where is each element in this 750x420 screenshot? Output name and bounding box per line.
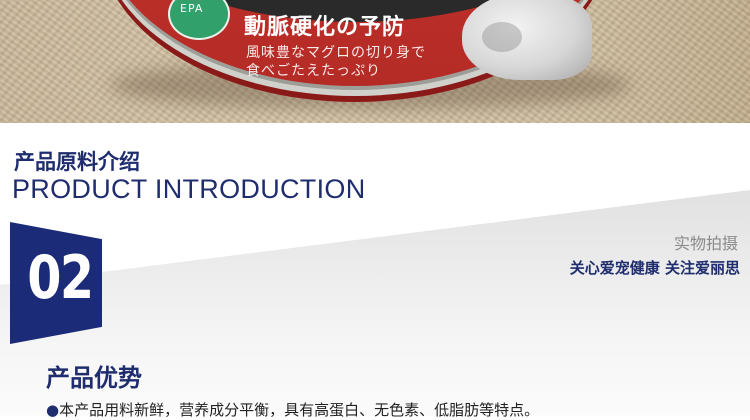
section-title-zh: 产品原料介绍 — [14, 150, 140, 174]
can-label-line-2: 食べごたえたっぷり — [246, 63, 381, 79]
real-photo-caption: 实物拍摄 — [673, 234, 738, 253]
cat-illustration — [462, 0, 592, 80]
epa-badge-label: EPA — [180, 2, 204, 15]
bullet-icon: ● — [46, 401, 60, 419]
advantages-title: 产品优势 — [46, 364, 142, 392]
advantage-point: ●本产品用料新鲜，营养成分平衡，具有高蛋白、无色素、低脂肪等特点。 — [46, 399, 539, 420]
brand-slogan: 关心爱宠健康 关注爱丽思 — [569, 259, 740, 277]
advantage-point-text: 本产品用料新鲜，营养成分平衡，具有高蛋白、无色素、低脂肪等特点。 — [59, 401, 540, 419]
can-label-line-1: 風味豊なマグロの切り身で — [246, 45, 426, 61]
can-label-title: 動脈硬化の予防 — [244, 15, 406, 40]
section-number: 02 — [27, 243, 94, 313]
product-photo: EPA 動脈硬化の予防 風味豊なマグロの切り身で 食べごたえたっぷり — [0, 0, 750, 123]
section-title-en: PRODUCT INTRODUCTION — [12, 174, 366, 204]
